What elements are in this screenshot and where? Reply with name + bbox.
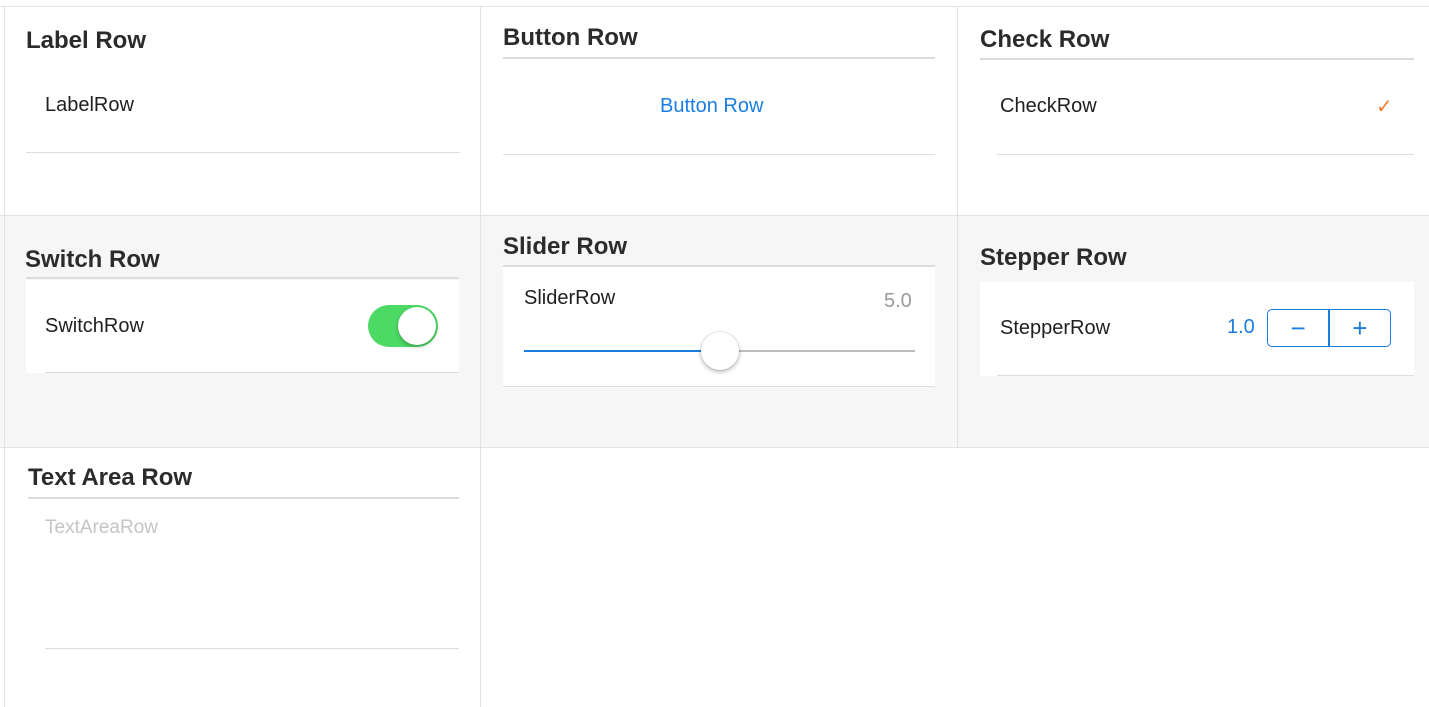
slider-row-text: SliderRow	[524, 287, 616, 309]
section-title: Button Row	[503, 24, 638, 51]
section-title: Label Row	[26, 27, 147, 54]
toggle-switch[interactable]	[368, 305, 438, 347]
stepper-increment-button[interactable]: +	[1330, 310, 1390, 346]
row-separator	[45, 372, 459, 373]
grid-row-divider-1	[0, 215, 1429, 216]
title-underline	[980, 58, 1414, 60]
row-separator	[503, 386, 935, 387]
toggle-knob	[398, 307, 436, 345]
row-separator	[997, 375, 1414, 376]
minus-icon: −	[1290, 312, 1306, 343]
grid-row-divider-2	[0, 447, 1429, 448]
section-title: Switch Row	[25, 246, 160, 273]
title-underline	[26, 277, 459, 279]
text-area[interactable]: TextAreaRow	[28, 500, 459, 648]
grid-top-border	[0, 6, 1429, 7]
section-title: Check Row	[980, 26, 1110, 53]
grid-left-border	[4, 6, 5, 707]
row-separator	[503, 154, 935, 155]
text-area-placeholder: TextAreaRow	[45, 517, 158, 538]
slider-value-readout: 5.0	[884, 290, 912, 312]
stepper-control: − +	[1267, 309, 1391, 347]
check-row-text: CheckRow	[1000, 95, 1097, 117]
switch-row-text: SwitchRow	[45, 315, 144, 337]
checkmark-icon: ✓	[1376, 96, 1393, 118]
row-separator	[45, 648, 459, 649]
grid-divider-1	[480, 6, 481, 707]
grid-divider-2	[957, 6, 958, 447]
stepper-value: 1.0	[1227, 316, 1255, 338]
plus-icon: +	[1352, 312, 1368, 343]
label-row-text: LabelRow	[45, 94, 134, 116]
button-row-button[interactable]: Button Row	[660, 95, 763, 118]
section-title: Slider Row	[503, 233, 628, 260]
title-underline	[28, 497, 459, 499]
slider-thumb[interactable]	[700, 332, 739, 370]
slider-filled-track	[524, 350, 720, 352]
row-separator	[26, 152, 460, 153]
row-separator	[997, 154, 1414, 155]
stepper-decrement-button[interactable]: −	[1268, 310, 1328, 346]
stepper-row-text: StepperRow	[1000, 317, 1111, 339]
title-underline	[503, 57, 935, 59]
section-title: Stepper Row	[980, 244, 1127, 271]
section-title: Text Area Row	[28, 464, 193, 491]
